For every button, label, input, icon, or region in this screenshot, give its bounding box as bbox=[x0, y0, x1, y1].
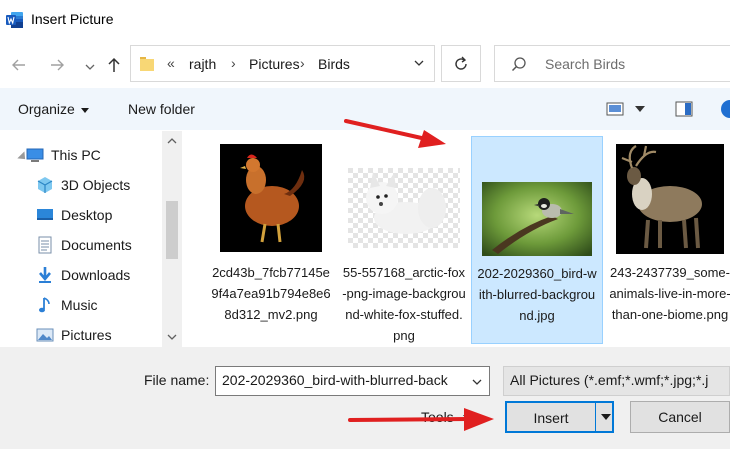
file-item-reindeer[interactable]: 243-2437739_some-animals-live-in-more-th… bbox=[604, 136, 730, 344]
caret-down-icon bbox=[80, 107, 89, 113]
file-item-chicken[interactable]: 2cd43b_7fcb77145e9f4a7ea91b794e8e68d312_… bbox=[205, 136, 337, 344]
insert-button[interactable]: Insert bbox=[505, 401, 614, 433]
refresh-button[interactable] bbox=[441, 45, 481, 82]
search-input[interactable]: Search Birds bbox=[545, 56, 625, 72]
sidebar-item-label: This PC bbox=[51, 147, 101, 163]
reindeer-thumbnail bbox=[616, 144, 724, 254]
sidebar-scrollbar[interactable] bbox=[162, 131, 182, 347]
arctic-fox-thumbnail bbox=[348, 168, 460, 248]
folder-icon bbox=[140, 57, 154, 71]
scroll-up-icon[interactable] bbox=[166, 135, 178, 147]
caret-down-icon[interactable] bbox=[601, 414, 611, 420]
sidebar-item-music[interactable]: Music bbox=[36, 292, 98, 318]
insert-label: Insert bbox=[533, 410, 569, 426]
file-name: 55-557168_arctic-fox-png-image-backgroun… bbox=[342, 265, 466, 343]
tools-label: Tools bbox=[421, 409, 454, 425]
sidebar-item-label: 3D Objects bbox=[61, 177, 131, 193]
chevron-right-icon[interactable]: › bbox=[300, 55, 305, 71]
sidebar-item-desktop[interactable]: Desktop bbox=[36, 202, 112, 228]
document-icon bbox=[36, 236, 54, 254]
sidebar-item-pictures[interactable]: Pictures bbox=[36, 322, 112, 347]
music-note-icon bbox=[36, 296, 54, 314]
search-box[interactable]: Search Birds bbox=[494, 45, 730, 82]
file-name: 2cd43b_7fcb77145e9f4a7ea91b794e8e68d312_… bbox=[211, 265, 331, 322]
back-arrow-icon[interactable] bbox=[8, 54, 30, 76]
sidebar-item-label: Pictures bbox=[61, 327, 112, 343]
organize-button[interactable]: Organize bbox=[18, 101, 89, 117]
cancel-button[interactable]: Cancel bbox=[630, 401, 730, 433]
caret-down-icon bbox=[462, 415, 473, 422]
file-name-input[interactable]: 202-2029360_bird-with-blurred-back bbox=[215, 366, 490, 396]
chevron-down-icon[interactable] bbox=[471, 376, 483, 388]
forward-arrow-icon[interactable] bbox=[46, 54, 68, 76]
pictures-icon bbox=[36, 326, 54, 344]
download-icon bbox=[36, 266, 54, 284]
scrollbar-thumb[interactable] bbox=[166, 201, 178, 259]
file-list: 2cd43b_7fcb77145e9f4a7ea91b794e8e68d312_… bbox=[183, 131, 730, 347]
chevron-down-icon[interactable] bbox=[79, 56, 101, 78]
desktop-icon bbox=[36, 206, 54, 224]
chicken-thumbnail bbox=[220, 144, 322, 252]
refresh-icon bbox=[455, 56, 467, 70]
word-icon bbox=[6, 12, 23, 28]
sidebar-item-downloads[interactable]: Downloads bbox=[36, 262, 130, 288]
file-name-value: 202-2029360_bird-with-blurred-back bbox=[222, 372, 448, 388]
sidebar-item-label: Music bbox=[61, 297, 98, 313]
address-bar[interactable]: « rajth › Pictures › Birds bbox=[130, 45, 435, 82]
button-divider bbox=[595, 403, 596, 431]
sidebar-item-3d-objects[interactable]: 3D Objects bbox=[36, 172, 130, 198]
bird-thumbnail bbox=[482, 182, 592, 256]
breadcrumb-overflow[interactable]: « bbox=[167, 55, 175, 71]
tools-button[interactable]: Tools bbox=[421, 409, 473, 425]
chevron-down-icon[interactable] bbox=[412, 56, 426, 70]
title-bar: Insert Picture bbox=[0, 0, 730, 40]
sidebar-item-this-pc[interactable]: This PC bbox=[26, 142, 101, 168]
file-type-value: All Pictures (*.emf;*.wmf;*.jpg;*.j bbox=[510, 372, 709, 388]
new-folder-button[interactable]: New folder bbox=[128, 101, 195, 117]
up-arrow-icon[interactable] bbox=[103, 54, 125, 76]
window-title: Insert Picture bbox=[31, 11, 114, 27]
sidebar-item-documents[interactable]: Documents bbox=[36, 232, 132, 258]
breadcrumb-item-birds[interactable]: Birds bbox=[318, 56, 350, 72]
preview-pane-icon[interactable] bbox=[675, 101, 693, 117]
file-name: 243-2437739_some-animals-live-in-more-th… bbox=[609, 265, 730, 322]
file-name-label: File name: bbox=[144, 372, 210, 388]
sidebar-item-label: Desktop bbox=[61, 207, 113, 223]
organize-label: Organize bbox=[18, 101, 75, 117]
file-item-arctic-fox[interactable]: 55-557168_arctic-fox-png-image-backgroun… bbox=[338, 136, 470, 344]
sidebar-item-label: Downloads bbox=[61, 267, 131, 283]
file-item-bird[interactable]: 202-2029360_bird-with-blurred-background… bbox=[471, 136, 603, 344]
breadcrumb-item-pictures[interactable]: Pictures bbox=[249, 56, 300, 72]
navigation-pane: This PC 3D Objects Desktop Documents Dow… bbox=[0, 131, 182, 347]
dialog-footer: File name: 202-2029360_bird-with-blurred… bbox=[0, 347, 730, 449]
search-icon bbox=[511, 57, 526, 72]
view-options-icon[interactable] bbox=[606, 102, 624, 116]
breadcrumb-item-rajth[interactable]: rajth bbox=[189, 56, 216, 72]
file-name: 202-2029360_bird-with-blurred-background… bbox=[477, 266, 597, 323]
computer-icon bbox=[26, 146, 44, 164]
chevron-right-icon[interactable]: › bbox=[231, 55, 236, 71]
cube-icon bbox=[36, 176, 54, 194]
file-type-select[interactable]: All Pictures (*.emf;*.wmf;*.jpg;*.j bbox=[503, 366, 730, 396]
sidebar-item-label: Documents bbox=[61, 237, 132, 253]
scroll-down-icon[interactable] bbox=[166, 331, 178, 343]
help-icon[interactable] bbox=[720, 99, 730, 119]
caret-down-icon[interactable] bbox=[635, 106, 645, 112]
